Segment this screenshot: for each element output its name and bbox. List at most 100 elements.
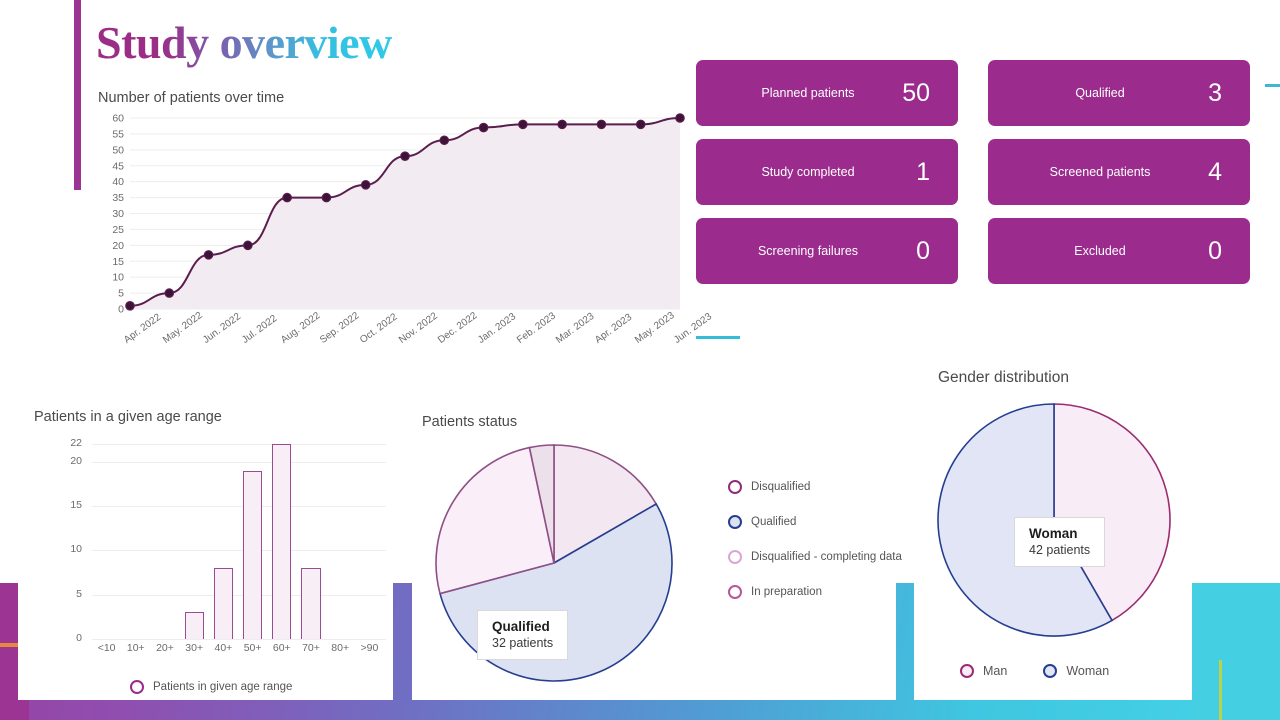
histogram-bar[interactable] [272, 444, 292, 639]
circle-icon [728, 550, 742, 564]
x-axis-tick-label: 50+ [243, 642, 262, 654]
svg-text:30: 30 [112, 208, 124, 220]
kpi-value: 0 [916, 236, 930, 265]
svg-text:60: 60 [112, 113, 124, 125]
kpi-label: Qualified [1075, 85, 1125, 100]
svg-text:10: 10 [112, 272, 124, 284]
circle-icon [1043, 664, 1058, 678]
kpi-label: Screening failures [757, 243, 859, 258]
histogram-bar[interactable] [213, 568, 234, 639]
title-accent-bar [74, 0, 81, 190]
svg-text:25: 25 [112, 224, 124, 236]
x-axis-tick-label: 70+ [302, 642, 320, 654]
gridline [92, 461, 386, 463]
y-axis-tick-label: 20 [70, 454, 82, 467]
x-axis-tick-label: 80+ [331, 642, 350, 654]
callout-subtitle: 32 patients [492, 636, 554, 650]
kpi-value: 3 [1208, 78, 1222, 107]
legend-item-qualified[interactable]: Qualified [728, 515, 902, 529]
line-chart-svg: 0 5 10 15 20 25 30 35 40 45 50 55 60 [112, 113, 685, 316]
kpi-card-excluded[interactable]: Excluded 0 [988, 218, 1250, 284]
y-axis-tick-label: 5 [76, 587, 82, 600]
svg-text:15: 15 [112, 256, 124, 268]
patients-status-legend: Disqualified Qualified Disqualified - co… [728, 480, 902, 599]
kpi-card-screening-failures[interactable]: Screening failures 0 [696, 218, 958, 284]
decor-teal-accent-mid [690, 336, 740, 339]
kpi-value: 0 [1208, 236, 1222, 265]
gridline [92, 594, 386, 596]
decor-teal-accent-top [1265, 84, 1280, 87]
legend-label: Disqualified [751, 481, 811, 493]
histogram-plot: 0 5 10 15 20 22 <10 10+ 20+ 30+ 40+ 50+ 60+ 70+ 80+ >90 [48, 437, 388, 654]
histogram-bar[interactable] [301, 568, 321, 639]
svg-text:0: 0 [118, 304, 124, 316]
x-axis-tick-label: 20+ [156, 642, 174, 654]
status-pie-callout: Qualified 32 patients [477, 610, 569, 660]
kpi-value: 1 [916, 157, 930, 186]
kpi-card-planned-patients[interactable]: Planned patients 50 [696, 60, 958, 126]
kpi-label: Excluded [1074, 243, 1126, 258]
y-axis-tick-label: 22 [70, 437, 82, 449]
callout-title: Woman [1029, 526, 1078, 541]
gender-pie-callout: Woman 42 patients [1014, 517, 1106, 567]
legend-label: Man [983, 664, 1008, 678]
svg-text:55: 55 [112, 128, 124, 140]
legend-item-disqualified-completing-data[interactable]: Disqualified - completing data [728, 550, 902, 564]
x-axis-tick-label: >90 [360, 642, 379, 654]
y-axis-tick-label: 10 [70, 543, 82, 556]
histogram-bar[interactable] [184, 612, 204, 639]
patients-over-time-chart: Number of patients over time 0 5 10 15 20 25 3… [96, 90, 714, 380]
chart-title-status-pie: Patients status [422, 414, 518, 430]
chart-title-histogram: Patients in a given age range [34, 409, 222, 425]
kpi-label: Planned patients [761, 85, 855, 100]
y-axis-tick-label: 15 [70, 499, 82, 512]
svg-text:45: 45 [112, 160, 124, 172]
x-axis-tick-label: 10+ [126, 642, 145, 654]
legend-item-woman[interactable]: Woman [1043, 664, 1109, 678]
gender-distribution-card: Gender distribution Woman 42 patients Ma… [914, 362, 1192, 700]
chart-title-gender-pie: Gender distribution [938, 369, 1069, 386]
kpi-value: 4 [1208, 157, 1222, 186]
legend-label: In preparation [751, 586, 822, 598]
circle-icon [960, 664, 974, 678]
callout-subtitle: 42 patients [1029, 543, 1091, 557]
x-axis-tick-label: 40+ [214, 642, 233, 654]
kpi-card-screened-patients[interactable]: Screened patients 4 [988, 139, 1250, 205]
x-axis-tick-label: 60+ [272, 642, 291, 654]
gender-legend: Man Woman [960, 664, 1109, 678]
decor-right-yellow-accent [1219, 660, 1222, 720]
patients-status-card: Patients status Qualified 32 patients Di… [412, 410, 902, 700]
decor-right-cyan-block [1191, 583, 1280, 720]
circle-icon [728, 515, 742, 529]
circle-icon [728, 585, 742, 599]
line-chart-plot: 0 5 10 15 20 25 30 35 40 45 50 55 60 Apr. 2022 May. 2… [96, 112, 714, 346]
svg-text:50: 50 [112, 144, 124, 156]
callout-title: Qualified [492, 619, 550, 634]
kpi-card-study-completed[interactable]: Study completed 1 [696, 139, 958, 205]
histogram-bar[interactable] [242, 470, 263, 639]
legend-label: Qualified [751, 516, 797, 528]
kpi-label: Study completed [761, 164, 855, 179]
circle-icon [130, 680, 144, 694]
chart-title-line: Number of patients over time [98, 90, 285, 106]
x-axis-tick-label: 30+ [185, 642, 204, 654]
svg-text:40: 40 [112, 176, 124, 188]
legend-item-disqualified[interactable]: Disqualified [728, 480, 902, 494]
legend-item-man[interactable]: Man [960, 664, 1007, 678]
kpi-value: 50 [902, 78, 930, 107]
gridline [92, 444, 386, 445]
histogram-legend-item[interactable]: Patients in given age range [130, 680, 292, 694]
svg-text:5: 5 [118, 288, 124, 300]
svg-text:20: 20 [112, 240, 124, 252]
age-range-histogram-card: Patients in a given age range 0 5 10 15 20 22… [18, 404, 393, 700]
circle-icon [728, 480, 742, 494]
y-axis-tick-label: 0 [76, 632, 82, 644]
legend-item-in-preparation[interactable]: In preparation [728, 585, 902, 599]
gridline [92, 506, 386, 508]
gridline [92, 639, 386, 640]
gridline [92, 550, 386, 552]
legend-label: Disqualified - completing data [751, 551, 902, 563]
x-axis-tick-label: <10 [97, 642, 116, 654]
legend-label: Woman [1066, 664, 1110, 678]
kpi-card-qualified[interactable]: Qualified 3 [988, 60, 1250, 126]
